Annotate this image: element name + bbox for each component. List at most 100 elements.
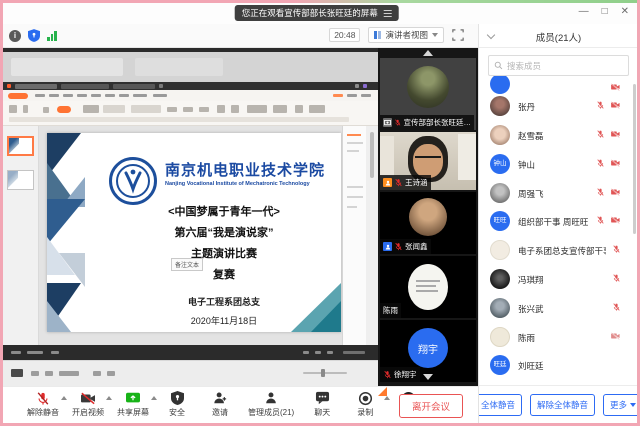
- view-mode-button[interactable]: 演讲者视图: [368, 27, 444, 43]
- avatar-text: 翔宇: [418, 341, 438, 356]
- bottom-toolbar: 解除静音 开启视频 共享屏幕 安全: [3, 386, 478, 423]
- titlebar: 您正在观看宣传部部长张旺廷的屏幕 — □ ✕: [3, 3, 637, 24]
- members-more-button[interactable]: 更多: [603, 394, 637, 416]
- info-icon[interactable]: i: [9, 30, 21, 42]
- avatar: [409, 198, 447, 236]
- members-scrollbar[interactable]: [633, 84, 636, 234]
- record-button[interactable]: 录制: [350, 390, 380, 418]
- avatar: [407, 66, 449, 108]
- slide-decoration: [59, 253, 85, 287]
- avatar: 旺旺: [490, 211, 510, 231]
- member-row[interactable]: 冯琪翔: [479, 265, 631, 293]
- wps-account-icon[interactable]: [363, 84, 367, 88]
- wps-ribbon[interactable]: [3, 101, 378, 126]
- camera-muted-icon: [610, 331, 621, 341]
- mic-muted-icon: [394, 178, 403, 187]
- caret-up-icon[interactable]: [384, 396, 390, 400]
- member-row[interactable]: 张兴武: [479, 294, 631, 322]
- video-tile[interactable]: 翔宇 徐翔宇: [380, 320, 476, 382]
- avatar: [490, 96, 510, 116]
- security-shield-icon[interactable]: [28, 29, 40, 42]
- member-row[interactable]: 周强飞: [479, 179, 631, 207]
- participant-name: 宣传部部长张旺廷…: [404, 117, 472, 128]
- wps-file-button[interactable]: [8, 93, 28, 99]
- record-icon: [358, 390, 373, 406]
- scroll-down-icon[interactable]: [423, 374, 433, 380]
- unmute-all-button[interactable]: 解除全体静音: [530, 394, 595, 416]
- wps-format-panel[interactable]: [342, 126, 366, 345]
- avatar: [490, 327, 510, 347]
- mic-muted-icon: [612, 302, 621, 312]
- member-row[interactable]: 赵雪磊: [479, 121, 631, 149]
- avatar: 旺廷: [490, 355, 510, 375]
- invite-button[interactable]: 邀请: [205, 390, 235, 418]
- participant-name: 徐翔宇: [394, 369, 417, 380]
- mic-muted-icon: [596, 215, 605, 225]
- slide-note-tag: 备注文本: [171, 258, 203, 271]
- avatar: [490, 240, 510, 260]
- shared-screen[interactable]: 南京机电职业技术学院 Nanjing Vocational Institute …: [3, 48, 378, 386]
- promo-ribbon-icon: [378, 387, 387, 396]
- member-badge-icon: [383, 242, 392, 251]
- participant-name: 王诗涵: [405, 177, 428, 188]
- invite-person-icon: [213, 390, 227, 406]
- member-row[interactable]: 钟山 钟山: [479, 150, 631, 178]
- share-screen-button[interactable]: 共享屏幕: [117, 390, 149, 418]
- unmute-button[interactable]: 解除静音: [27, 390, 59, 418]
- chevron-down-icon: [432, 33, 438, 37]
- mic-muted-icon: [36, 390, 50, 406]
- video-tile[interactable]: 宣传部部长张旺廷…: [380, 58, 476, 130]
- manage-members-button[interactable]: 管理成员(21): [248, 390, 294, 418]
- fullscreen-icon[interactable]: [452, 29, 464, 41]
- menu-icon[interactable]: [384, 10, 392, 17]
- caret-up-icon[interactable]: [151, 396, 157, 400]
- security-button[interactable]: 安全: [162, 390, 192, 418]
- maximize-button[interactable]: □: [602, 6, 608, 17]
- screen-share-notification[interactable]: 您正在观看宣传部部长张旺廷的屏幕: [235, 5, 399, 21]
- wps-window-icon[interactable]: [355, 84, 359, 88]
- start-video-button[interactable]: 开启视频: [72, 390, 104, 418]
- slide-thumbnail-2[interactable]: [7, 170, 34, 190]
- chat-bubble-icon: [315, 390, 330, 406]
- slide-canvas[interactable]: 南京机电职业技术学院 Nanjing Vocational Institute …: [47, 133, 341, 332]
- chevron-down-icon: [630, 403, 636, 407]
- video-tile[interactable]: 张闻鑫: [380, 192, 476, 254]
- avatar: [490, 183, 510, 203]
- caret-up-icon[interactable]: [106, 396, 112, 400]
- leave-meeting-button[interactable]: 离开会议: [399, 394, 463, 418]
- close-button[interactable]: ✕: [621, 6, 629, 17]
- video-tile[interactable]: 王诗涵: [380, 132, 476, 190]
- statusbar: i 20:48 演讲者视图: [3, 24, 478, 48]
- slide-decoration: [47, 301, 71, 332]
- mute-all-button[interactable]: 全体静音: [478, 394, 522, 416]
- wps-document-tab[interactable]: [113, 84, 155, 89]
- member-row[interactable]: 旺旺 组织部干事 周旺旺: [479, 207, 631, 235]
- caret-up-icon[interactable]: [61, 396, 67, 400]
- slide-thumbnail-1[interactable]: [7, 136, 34, 156]
- slide-thumbnail-panel[interactable]: [3, 126, 39, 345]
- background-window-ghost: [135, 58, 223, 76]
- avatar: [490, 269, 510, 289]
- wps-document-tab[interactable]: [61, 84, 109, 89]
- avatar: [490, 125, 510, 145]
- mic-muted-icon: [596, 187, 605, 197]
- wps-workspace: 南京机电职业技术学院 Nanjing Vocational Institute …: [3, 126, 378, 345]
- chat-button[interactable]: 聊天: [307, 390, 337, 418]
- search-icon: [494, 61, 503, 70]
- video-tile[interactable]: 陈雨: [380, 256, 476, 318]
- member-row[interactable]: 旺廷 刘旺廷: [479, 351, 631, 379]
- wps-document-tab[interactable]: [15, 84, 57, 89]
- wps-scrollbar[interactable]: [366, 126, 378, 345]
- member-search[interactable]: [488, 55, 629, 76]
- network-signal-icon[interactable]: [47, 30, 57, 41]
- camera-muted-icon: [610, 100, 621, 110]
- camera-muted-icon: [610, 215, 621, 225]
- member-row[interactable]: 电子系团总支宣传部干事黄京: [479, 236, 631, 264]
- member-row[interactable]: 陈雨: [479, 323, 631, 351]
- slide-date: 2020年11月18日: [139, 314, 309, 327]
- scroll-up-icon[interactable]: [423, 50, 433, 56]
- search-input[interactable]: [507, 61, 617, 71]
- wps-new-tab-icon[interactable]: [159, 84, 163, 88]
- member-row[interactable]: 张丹: [479, 92, 631, 120]
- minimize-button[interactable]: —: [579, 6, 589, 17]
